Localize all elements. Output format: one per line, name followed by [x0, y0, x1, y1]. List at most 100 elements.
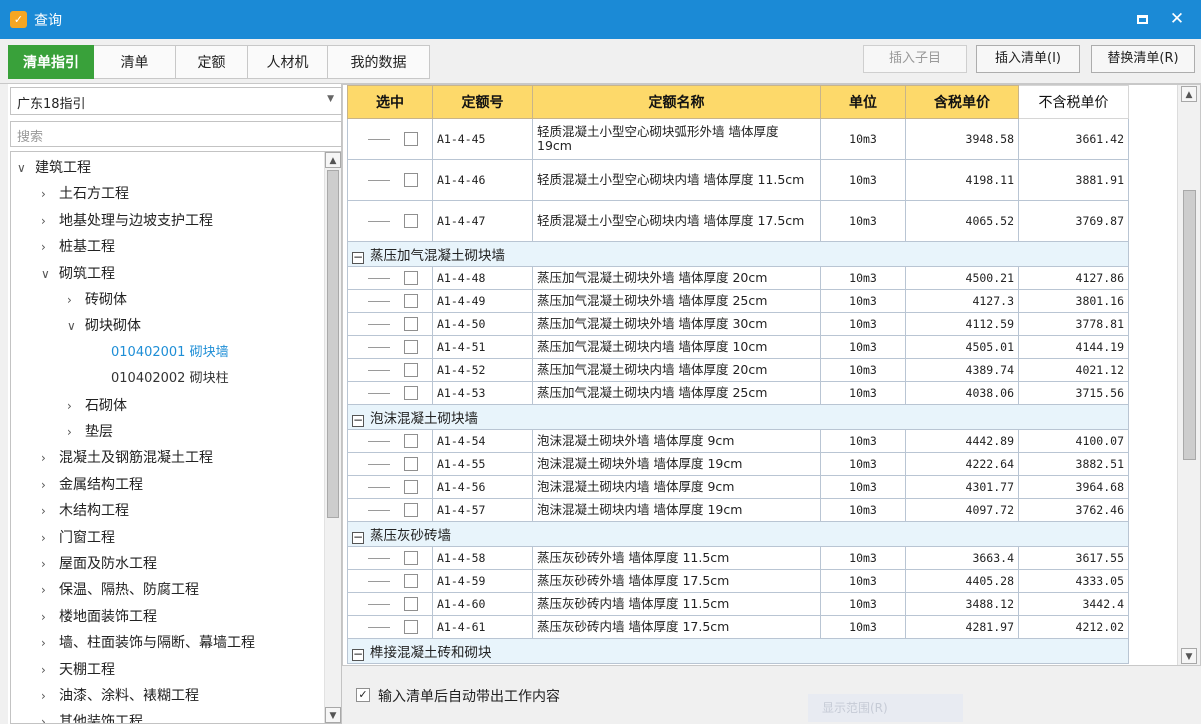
row-checkbox[interactable] — [404, 214, 418, 228]
replace-list-button[interactable]: 替换清单(R) — [1091, 45, 1195, 73]
auto-work-content-checkbox[interactable]: ✓ — [356, 688, 370, 702]
group-row[interactable]: − 泡沫混凝土砌块墙 — [347, 404, 1129, 430]
tree-node[interactable]: › 地基处理与边坡支护工程 — [41, 209, 213, 233]
tab-quota[interactable]: 定额 — [176, 45, 248, 79]
guide-select[interactable]: 广东18指引 ▼ — [10, 87, 342, 115]
chevron-right-icon[interactable]: › — [41, 446, 59, 470]
insert-child-button[interactable]: 插入子目 — [863, 45, 967, 73]
table-row[interactable]: A1-4-49 蒸压加气混凝土砌块外墙 墙体厚度 25cm 10m3 4127.3 38… — [347, 289, 1129, 313]
search-input[interactable]: 搜索 — [10, 121, 342, 147]
chevron-right-icon[interactable]: › — [41, 710, 59, 723]
col-header-name[interactable]: 定额名称 — [532, 85, 821, 119]
tree-node[interactable]: › 混凝土及钢筋混凝土工程 — [41, 446, 213, 470]
row-checkbox[interactable] — [404, 574, 418, 588]
tree-node[interactable]: › 石砌体 — [67, 394, 127, 418]
tree-node[interactable]: › 天棚工程 — [41, 658, 115, 682]
table-row[interactable]: A1-4-60 蒸压灰砂砖内墙 墙体厚度 11.5cm 10m3 3488.12 344… — [347, 592, 1129, 616]
row-checkbox[interactable] — [404, 597, 418, 611]
chevron-right-icon[interactable]: › — [67, 288, 85, 312]
tree-node[interactable]: › 楼地面装饰工程 — [41, 605, 157, 629]
row-checkbox[interactable] — [404, 457, 418, 471]
chevron-right-icon[interactable]: › — [41, 209, 59, 233]
table-row[interactable]: A1-4-48 蒸压加气混凝土砌块外墙 墙体厚度 20cm 10m3 4500.21 4… — [347, 266, 1129, 290]
collapse-icon[interactable]: − — [352, 531, 364, 544]
chevron-right-icon[interactable]: › — [41, 526, 59, 550]
table-row[interactable]: A1-4-55 泡沫混凝土砌块外墙 墙体厚度 19cm 10m3 4222.64 388… — [347, 452, 1129, 476]
table-row[interactable]: A1-4-54 泡沫混凝土砌块外墙 墙体厚度 9cm 10m3 4442.89 4100… — [347, 429, 1129, 453]
chevron-right-icon[interactable]: › — [41, 605, 59, 629]
tab-list[interactable]: 清单 — [94, 45, 176, 79]
chevron-down-icon[interactable]: ∨ — [41, 262, 59, 286]
col-header-unit[interactable]: 单位 — [820, 85, 906, 119]
tree-node[interactable]: ∨ 砌筑工程 — [41, 262, 115, 286]
row-checkbox[interactable] — [404, 317, 418, 331]
tree-leaf-item[interactable]: 010402001 砌块墙 — [111, 341, 229, 365]
grid-scrollbar[interactable]: ▲ ▼ — [1177, 85, 1200, 665]
tree-node[interactable]: › 保温、隔热、防腐工程 — [41, 578, 199, 602]
col-header-code[interactable]: 定额号 — [432, 85, 533, 119]
tree-node[interactable]: › 其他装饰工程 — [41, 710, 143, 723]
collapse-icon[interactable]: − — [352, 251, 364, 264]
row-checkbox[interactable] — [404, 363, 418, 377]
row-checkbox[interactable] — [404, 434, 418, 448]
tree-node[interactable]: › 屋面及防水工程 — [41, 552, 157, 576]
table-row[interactable]: A1-4-53 蒸压加气混凝土砌块内墙 墙体厚度 25cm 10m3 4038.06 3… — [347, 381, 1129, 405]
chevron-right-icon[interactable]: › — [41, 473, 59, 497]
tab-list-guide[interactable]: 清单指引 — [8, 45, 94, 79]
chevron-right-icon[interactable]: › — [41, 684, 59, 708]
col-header-price-tax[interactable]: 含税单价 — [905, 85, 1019, 119]
scroll-down-icon[interactable]: ▼ — [325, 707, 341, 723]
chevron-right-icon[interactable]: › — [41, 182, 59, 206]
tree-node[interactable]: › 金属结构工程 — [41, 473, 143, 497]
tab-labor-material-machine[interactable]: 人材机 — [248, 45, 328, 79]
maximize-icon[interactable] — [1130, 8, 1154, 30]
close-icon[interactable]: ✕ — [1165, 8, 1189, 30]
table-row[interactable]: A1-4-61 蒸压灰砂砖内墙 墙体厚度 17.5cm 10m3 4281.97 421… — [347, 615, 1129, 639]
table-row[interactable]: A1-4-52 蒸压加气混凝土砌块内墙 墙体厚度 20cm 10m3 4389.74 4… — [347, 358, 1129, 382]
chevron-down-icon[interactable]: ∨ — [67, 314, 85, 338]
row-checkbox[interactable] — [404, 132, 418, 146]
group-row[interactable]: − 蒸压加气混凝土砌块墙 — [347, 241, 1129, 267]
tree-node[interactable]: › 砖砌体 — [67, 288, 127, 312]
chevron-right-icon[interactable]: › — [41, 631, 59, 655]
collapse-icon[interactable]: − — [352, 648, 364, 661]
row-checkbox[interactable] — [404, 294, 418, 308]
table-row[interactable]: A1-4-45 轻质混凝土小型空心砌块弧形外墙 墙体厚度 19cm 10m3 3948… — [347, 118, 1129, 160]
col-header-select[interactable]: 选中 — [347, 85, 433, 119]
table-row[interactable]: A1-4-46 轻质混凝土小型空心砌块内墙 墙体厚度 11.5cm 10m3 4198… — [347, 159, 1129, 201]
scroll-down-icon[interactable]: ▼ — [1181, 648, 1197, 664]
row-checkbox[interactable] — [404, 503, 418, 517]
row-checkbox[interactable] — [404, 386, 418, 400]
tree-scroll-thumb[interactable] — [327, 170, 339, 518]
tree-node[interactable]: ∨ 建筑工程 — [17, 156, 91, 180]
collapse-icon[interactable]: − — [352, 414, 364, 427]
table-row[interactable]: A1-4-56 泡沫混凝土砌块内墙 墙体厚度 9cm 10m3 4301.77 3964… — [347, 475, 1129, 499]
table-row[interactable]: A1-4-58 蒸压灰砂砖外墙 墙体厚度 11.5cm 10m3 3663.4 3617… — [347, 546, 1129, 570]
chevron-right-icon[interactable]: › — [67, 394, 85, 418]
tree-node[interactable]: › 桩基工程 — [41, 235, 115, 259]
group-row[interactable]: − 蒸压灰砂砖墙 — [347, 521, 1129, 547]
group-row[interactable]: − 榫接混凝土砖和砌块 — [347, 638, 1129, 664]
row-checkbox[interactable] — [404, 480, 418, 494]
tree-node[interactable]: › 木结构工程 — [41, 499, 129, 523]
scroll-up-icon[interactable]: ▲ — [325, 152, 341, 168]
table-row[interactable]: A1-4-59 蒸压灰砂砖外墙 墙体厚度 17.5cm 10m3 4405.28 433… — [347, 569, 1129, 593]
insert-list-button[interactable]: 插入清单(I) — [976, 45, 1080, 73]
tree-leaf-item[interactable]: 010402002 砌块柱 — [111, 367, 229, 391]
scroll-up-icon[interactable]: ▲ — [1181, 86, 1197, 102]
chevron-right-icon[interactable]: › — [41, 658, 59, 682]
tree-node[interactable]: › 门窗工程 — [41, 526, 115, 550]
chevron-right-icon[interactable]: › — [41, 578, 59, 602]
grid-scroll-thumb[interactable] — [1183, 190, 1196, 460]
chevron-right-icon[interactable]: › — [41, 552, 59, 576]
chevron-right-icon[interactable]: › — [41, 235, 59, 259]
col-header-price-notax[interactable]: 不含税单价 — [1018, 85, 1129, 119]
chevron-right-icon[interactable]: › — [41, 499, 59, 523]
row-checkbox[interactable] — [404, 620, 418, 634]
table-row[interactable]: A1-4-51 蒸压加气混凝土砌块内墙 墙体厚度 10cm 10m3 4505.01 4… — [347, 335, 1129, 359]
row-checkbox[interactable] — [404, 173, 418, 187]
tree-scrollbar[interactable]: ▲ ▼ — [324, 152, 341, 723]
tree-node[interactable]: › 垫层 — [67, 420, 113, 444]
chevron-right-icon[interactable]: › — [67, 420, 85, 444]
tree-node[interactable]: › 土石方工程 — [41, 182, 129, 206]
